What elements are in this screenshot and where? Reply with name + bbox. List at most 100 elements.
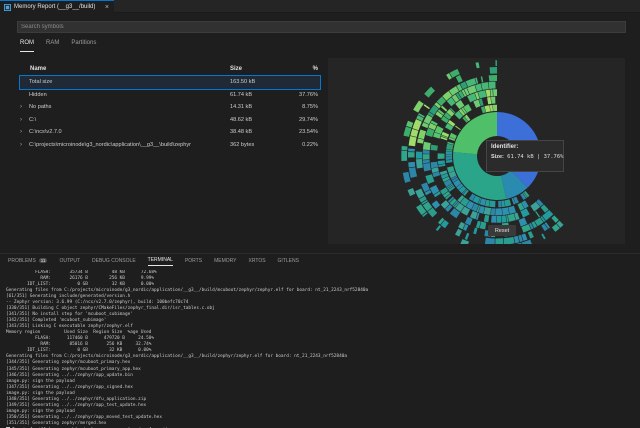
sunburst-segment[interactable] xyxy=(445,156,453,161)
panel-tab-xrtos[interactable]: XRTOS xyxy=(249,258,266,264)
sunburst-segment[interactable] xyxy=(422,141,431,151)
sunburst-segment[interactable] xyxy=(489,200,496,208)
sunburst-segment[interactable] xyxy=(401,145,408,151)
sunburst-segment[interactable] xyxy=(440,105,448,112)
sunburst-segment[interactable] xyxy=(455,228,462,237)
sunburst-segment[interactable] xyxy=(489,104,493,112)
table-row[interactable]: Hidden 61.74 kB 37.76% xyxy=(20,89,320,102)
sunburst-segment[interactable] xyxy=(520,193,527,200)
sunburst-segment[interactable] xyxy=(498,200,502,208)
sunburst-segment[interactable] xyxy=(491,215,497,223)
close-icon[interactable]: × xyxy=(105,4,109,11)
sunburst-segment[interactable] xyxy=(513,235,520,244)
chevron-right-icon[interactable]: › xyxy=(20,142,22,148)
sunburst-segment[interactable] xyxy=(430,144,438,151)
tab-ram[interactable]: RAM xyxy=(46,40,59,52)
panel-tab-terminal[interactable]: TERMINAL xyxy=(147,257,173,266)
sunburst-segment[interactable] xyxy=(464,216,473,226)
sunburst-segment[interactable] xyxy=(445,154,453,157)
sunburst-segment[interactable] xyxy=(407,188,416,197)
sunburst-segment[interactable] xyxy=(446,143,454,150)
sunburst-segment[interactable] xyxy=(408,148,415,152)
sunburst-segment[interactable] xyxy=(487,96,492,105)
sunburst-segment[interactable] xyxy=(488,74,497,82)
sunburst-segment[interactable] xyxy=(422,150,430,154)
table-row[interactable]: Total size 163.50 kB xyxy=(19,75,321,90)
sunburst-segment[interactable] xyxy=(435,225,442,232)
sunburst-segment[interactable] xyxy=(408,167,418,179)
sunburst-segment[interactable] xyxy=(490,208,496,216)
sunburst-segment[interactable] xyxy=(483,214,490,223)
sunburst-segment[interactable] xyxy=(422,159,430,164)
sunburst-segment[interactable] xyxy=(415,151,423,159)
sunburst-segment[interactable] xyxy=(464,232,470,240)
sunburst-segment[interactable] xyxy=(507,213,516,222)
sunburst-segment[interactable] xyxy=(503,236,515,244)
table-row[interactable]: › C:\ncs\v2.7.0 38.48 kB 23.54% xyxy=(20,126,320,139)
sunburst-segment[interactable] xyxy=(455,125,461,131)
sunburst-segment[interactable] xyxy=(479,221,487,230)
sunburst-segment[interactable] xyxy=(493,89,497,97)
panel-tab-debug-console[interactable]: DEBUG CONSOLE xyxy=(92,258,136,264)
panel-tab-problems[interactable]: PROBLEMS 11 xyxy=(8,258,48,264)
sunburst-segment[interactable] xyxy=(437,160,446,165)
sunburst-segment[interactable] xyxy=(485,89,491,97)
sunburst-segment[interactable] xyxy=(437,153,445,159)
sunburst-segment[interactable] xyxy=(490,96,496,104)
sunburst-segment[interactable] xyxy=(489,66,497,74)
sunburst-segment[interactable] xyxy=(460,239,470,244)
sunburst-segment[interactable] xyxy=(401,150,408,162)
sunburst-segment[interactable] xyxy=(488,81,496,89)
sunburst-segment[interactable] xyxy=(490,89,493,97)
column-percent-header[interactable]: % xyxy=(313,66,318,72)
sunburst-segment[interactable] xyxy=(551,215,559,223)
sunburst-segment[interactable] xyxy=(473,227,478,235)
sunburst-segment[interactable] xyxy=(527,231,534,239)
panel-tab-gitlens[interactable]: GITLENS xyxy=(278,258,299,264)
panel-tab-output[interactable]: OUTPUT xyxy=(59,258,80,264)
table-row[interactable]: › C:\ 48.62 kB 29.74% xyxy=(20,114,320,127)
sunburst-segment[interactable] xyxy=(475,62,480,69)
sunburst-segment[interactable] xyxy=(496,215,502,223)
sunburst-segment[interactable] xyxy=(516,242,522,244)
sunburst-segment[interactable] xyxy=(424,86,436,98)
sunburst-segment[interactable] xyxy=(492,104,497,112)
sunburst-segment[interactable] xyxy=(406,120,414,128)
sunburst-segment[interactable] xyxy=(408,161,416,168)
sunburst-segment[interactable] xyxy=(431,200,441,209)
sunburst-segment[interactable] xyxy=(412,119,422,131)
sunburst-segment[interactable] xyxy=(408,136,417,147)
panel-tab-memory[interactable]: MEMORY xyxy=(214,258,236,264)
sunburst-segment[interactable] xyxy=(413,100,424,113)
sunburst-segment[interactable] xyxy=(403,126,412,137)
table-row[interactable]: › C:\projects\microinode\g3_nordic\applic… xyxy=(20,139,320,152)
chevron-right-icon[interactable]: › xyxy=(20,117,22,123)
sunburst-segment[interactable] xyxy=(481,82,489,91)
sunburst-segment[interactable] xyxy=(495,60,497,67)
chevron-right-icon[interactable]: › xyxy=(20,129,22,135)
column-name-header[interactable]: Name xyxy=(30,66,46,72)
sunburst-segment[interactable] xyxy=(504,199,512,207)
sunburst-segment[interactable] xyxy=(535,211,541,218)
sunburst-segment[interactable] xyxy=(480,76,484,83)
sunburst-segment[interactable] xyxy=(518,217,528,227)
sunburst-segment[interactable] xyxy=(410,128,419,137)
sunburst-segment[interactable] xyxy=(541,233,546,240)
sunburst-segment[interactable] xyxy=(495,238,504,244)
sunburst-segment[interactable] xyxy=(422,154,430,160)
sunburst-segment[interactable] xyxy=(445,151,453,155)
reset-button[interactable]: Reset xyxy=(488,225,516,236)
sunburst-segment[interactable] xyxy=(416,159,423,169)
tab-partitions[interactable]: Partitions xyxy=(71,40,96,52)
sunburst-segment[interactable] xyxy=(407,151,415,158)
panel-tab-ports[interactable]: PORTS xyxy=(185,258,202,264)
sunburst-segment[interactable] xyxy=(483,207,492,216)
sunburst-segment[interactable] xyxy=(418,129,427,140)
memory-report-tab[interactable]: Memory Report (__g3__/build) × xyxy=(0,0,114,13)
sunburst-segment[interactable] xyxy=(502,207,510,216)
sunburst-segment[interactable] xyxy=(402,171,411,183)
sunburst-segment[interactable] xyxy=(540,204,549,213)
sunburst-segment[interactable] xyxy=(445,159,453,164)
sunburst-segment[interactable] xyxy=(495,208,503,216)
sunburst-segment[interactable] xyxy=(430,161,439,169)
